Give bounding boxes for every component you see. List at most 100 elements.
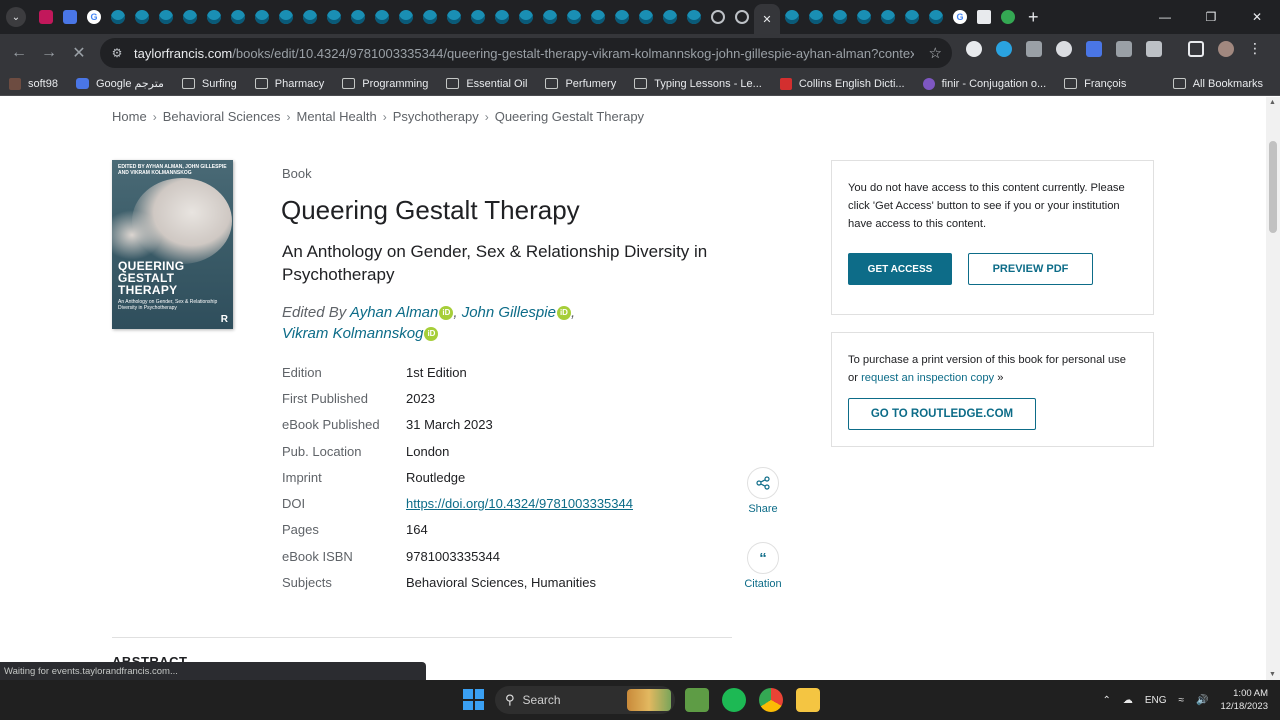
shield-extension-icon[interactable] bbox=[1026, 40, 1042, 57]
editor-link[interactable]: John Gillespie bbox=[462, 304, 556, 321]
browser-menu-icon[interactable]: ⋮ bbox=[1248, 40, 1262, 57]
browser-tab[interactable] bbox=[346, 3, 370, 31]
taskbar-search[interactable]: ⚲ Search bbox=[495, 686, 675, 714]
browser-tab[interactable] bbox=[322, 3, 346, 31]
browser-tab[interactable] bbox=[610, 3, 634, 31]
reading-list-icon[interactable] bbox=[1116, 40, 1132, 57]
forward-arrow-icon[interactable]: → bbox=[34, 38, 64, 68]
back-arrow-icon[interactable]: ← bbox=[4, 38, 34, 68]
active-tab[interactable]: ✕ bbox=[754, 4, 780, 34]
maximize-icon[interactable]: ❐ bbox=[1188, 0, 1234, 34]
browser-tab[interactable] bbox=[972, 3, 996, 31]
browser-tab[interactable] bbox=[706, 3, 730, 31]
extensions-puzzle-icon[interactable] bbox=[1146, 40, 1162, 57]
scroll-up-icon[interactable]: ▲ bbox=[1269, 99, 1276, 106]
browser-tab[interactable] bbox=[658, 3, 682, 31]
windows-start-icon[interactable] bbox=[463, 689, 484, 710]
extension-icon[interactable] bbox=[1056, 40, 1072, 57]
wifi-icon[interactable]: ≈ bbox=[1179, 695, 1185, 706]
bookmark-item[interactable]: finir - Conjugation o... bbox=[914, 77, 1056, 90]
browser-tab[interactable] bbox=[828, 3, 852, 31]
editor-link[interactable]: Vikram Kolmannskog bbox=[282, 325, 423, 342]
close-window-icon[interactable]: ✕ bbox=[1234, 0, 1280, 34]
browser-tab[interactable] bbox=[418, 3, 442, 31]
side-panel-icon[interactable] bbox=[1188, 40, 1204, 57]
share-label[interactable]: Share bbox=[745, 503, 781, 515]
browser-tab[interactable] bbox=[780, 3, 804, 31]
breadcrumb-link[interactable]: Queering Gestalt Therapy bbox=[495, 109, 644, 124]
bookmark-item[interactable]: Pharmacy bbox=[246, 78, 334, 90]
browser-tab[interactable] bbox=[154, 3, 178, 31]
browser-tab[interactable] bbox=[178, 3, 202, 31]
bookmark-item[interactable]: François bbox=[1055, 78, 1135, 90]
browser-tab[interactable] bbox=[34, 3, 58, 31]
profile-avatar-icon[interactable] bbox=[1218, 40, 1234, 57]
browser-tab[interactable] bbox=[876, 3, 900, 31]
file-app-icon[interactable] bbox=[685, 688, 709, 712]
browser-tab[interactable] bbox=[130, 3, 154, 31]
browser-tab[interactable] bbox=[394, 3, 418, 31]
browser-tab[interactable] bbox=[370, 3, 394, 31]
breadcrumb-link[interactable]: Mental Health bbox=[296, 109, 376, 124]
breadcrumb-link[interactable]: Psychotherapy bbox=[393, 109, 479, 124]
address-bar[interactable]: ⚙ taylorfrancis.com/books/edit/10.4324/9… bbox=[100, 38, 952, 68]
volume-icon[interactable]: 🔊 bbox=[1196, 695, 1208, 706]
browser-tab[interactable] bbox=[274, 3, 298, 31]
language-indicator[interactable]: ENG bbox=[1145, 695, 1167, 706]
citation-button[interactable]: “ Citation bbox=[743, 542, 783, 590]
scroll-down-icon[interactable]: ▼ bbox=[1269, 671, 1276, 678]
browser-tab[interactable] bbox=[586, 3, 610, 31]
editor-link[interactable]: Ayhan Alman bbox=[350, 304, 439, 321]
browser-tab[interactable] bbox=[804, 3, 828, 31]
all-bookmarks[interactable]: All Bookmarks bbox=[1164, 78, 1272, 90]
extension-icon[interactable] bbox=[966, 40, 982, 57]
browser-tab[interactable] bbox=[490, 3, 514, 31]
go-to-routledge-button[interactable]: GO TO ROUTLEDGE.COM bbox=[848, 398, 1036, 430]
browser-tab[interactable] bbox=[682, 3, 706, 31]
bookmark-item[interactable]: Surfing bbox=[173, 78, 246, 90]
browser-tab[interactable] bbox=[514, 3, 538, 31]
citation-label[interactable]: Citation bbox=[743, 578, 783, 590]
breadcrumb-link[interactable]: Behavioral Sciences bbox=[163, 109, 281, 124]
file-explorer-icon[interactable] bbox=[796, 688, 820, 712]
browser-tab[interactable] bbox=[250, 3, 274, 31]
browser-tab[interactable] bbox=[634, 3, 658, 31]
bookmark-item[interactable]: soft98 bbox=[0, 77, 67, 90]
bookmark-item[interactable]: Typing Lessons - Le... bbox=[625, 78, 771, 90]
scrollbar-thumb[interactable] bbox=[1269, 141, 1277, 233]
quote-icon[interactable]: “ bbox=[747, 542, 779, 574]
spotify-icon[interactable] bbox=[722, 688, 746, 712]
preview-pdf-button[interactable]: PREVIEW PDF bbox=[968, 253, 1093, 285]
book-cover-image[interactable]: Edited by Ayhan Alman, John Gillespie an… bbox=[112, 160, 233, 329]
chrome-icon[interactable] bbox=[759, 688, 783, 712]
clock[interactable]: 1:00 AM 12/18/2023 bbox=[1220, 687, 1268, 713]
browser-tab[interactable] bbox=[442, 3, 466, 31]
get-access-button[interactable]: GET ACCESS bbox=[848, 253, 952, 285]
browser-tab[interactable] bbox=[996, 3, 1020, 31]
browser-tab[interactable] bbox=[900, 3, 924, 31]
chevron-up-icon[interactable]: ⌃ bbox=[1102, 695, 1110, 706]
browser-tab[interactable]: G bbox=[82, 3, 106, 31]
bookmark-item[interactable]: Programming bbox=[333, 78, 437, 90]
orcid-icon[interactable]: iD bbox=[556, 306, 571, 321]
browser-tab[interactable] bbox=[924, 3, 948, 31]
tab-search-chevron-icon[interactable]: ⌄ bbox=[6, 7, 26, 27]
cloud-icon[interactable]: ☁ bbox=[1123, 695, 1133, 706]
browser-tab[interactable] bbox=[298, 3, 322, 31]
inspection-copy-link[interactable]: request an inspection copy bbox=[861, 372, 994, 384]
browser-tab[interactable] bbox=[538, 3, 562, 31]
browser-tab[interactable] bbox=[58, 3, 82, 31]
site-info-icon[interactable]: ⚙ bbox=[110, 46, 124, 60]
bookmark-item[interactable]: Google مترجم bbox=[67, 77, 173, 90]
bookmark-item[interactable]: Collins English Dicti... bbox=[771, 77, 914, 90]
telegram-extension-icon[interactable] bbox=[996, 40, 1012, 57]
browser-tab[interactable] bbox=[466, 3, 490, 31]
browser-tab[interactable] bbox=[730, 3, 754, 31]
url-text[interactable]: taylorfrancis.com/books/edit/10.4324/978… bbox=[134, 46, 914, 61]
doi-link[interactable]: https://doi.org/10.4324/9781003335344 bbox=[406, 496, 633, 511]
browser-tab[interactable] bbox=[562, 3, 586, 31]
browser-tab[interactable] bbox=[202, 3, 226, 31]
bookmark-star-icon[interactable]: ☆ bbox=[929, 44, 942, 62]
orcid-icon[interactable]: iD bbox=[439, 306, 454, 321]
bookmark-item[interactable]: Essential Oil bbox=[437, 78, 536, 90]
